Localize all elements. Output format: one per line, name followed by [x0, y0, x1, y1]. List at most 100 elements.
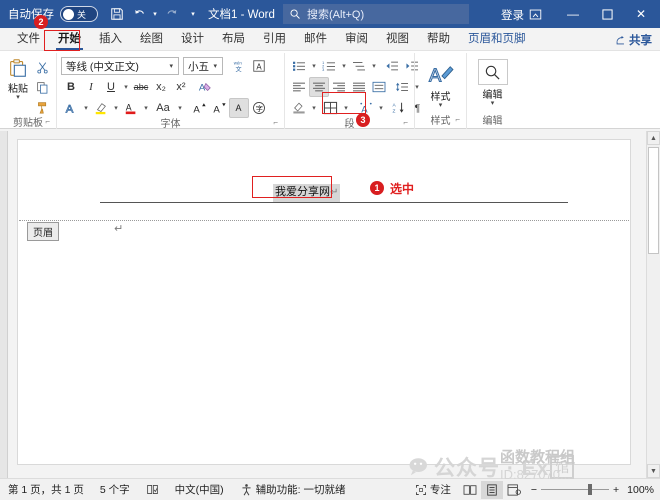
change-case-dropdown-icon[interactable]: ▾ [175, 104, 185, 112]
paragraph-dialog-launcher[interactable]: ⌐ [403, 116, 408, 130]
font-name-combobox[interactable]: 等线 (中文正文) ▾ [61, 57, 179, 75]
format-painter-icon[interactable] [32, 97, 52, 117]
numbering-icon[interactable]: 123 [319, 56, 339, 76]
editing-dropdown-icon[interactable]: ▾ [491, 101, 495, 107]
borders-icon[interactable] [319, 98, 341, 118]
align-left-icon[interactable] [289, 77, 309, 97]
enclose-character-icon[interactable]: A [249, 56, 269, 76]
ribbon-display-options-icon[interactable] [516, 0, 554, 28]
search-input[interactable]: 搜索(Alt+Q) [283, 4, 469, 24]
decrease-indent-icon[interactable] [382, 56, 402, 76]
text-highlight-dropdown-icon[interactable]: ▾ [111, 104, 121, 112]
tab-help[interactable]: 帮助 [418, 27, 459, 50]
undo-dropdown-icon[interactable]: ▾ [150, 10, 160, 18]
document-page[interactable]: 我爱分享网↵ 页眉 ↵ [17, 139, 631, 465]
paste-dropdown-icon[interactable]: ▾ [16, 95, 20, 101]
font-name-dropdown-icon[interactable]: ▾ [166, 62, 176, 70]
paste-button[interactable]: 粘贴 ▾ [4, 55, 32, 101]
scrollbar-thumb[interactable] [648, 147, 659, 254]
zoom-level[interactable]: 100% [627, 484, 654, 496]
text-highlight-icon[interactable] [91, 98, 111, 118]
tab-view[interactable]: 视图 [377, 27, 418, 50]
chevron-down-icon[interactable]: ▾ [188, 10, 198, 18]
text-effects-dropdown-icon[interactable]: ▾ [81, 104, 91, 112]
underline-dropdown-icon[interactable]: ▾ [121, 83, 131, 91]
numbering-dropdown-icon[interactable]: ▾ [339, 62, 349, 70]
bullets-icon[interactable] [289, 56, 309, 76]
tab-home[interactable]: 开始 [49, 27, 90, 50]
zoom-thumb[interactable] [588, 484, 592, 495]
language-indicator[interactable]: 中文(中国) [167, 482, 232, 497]
autosave-toggle[interactable]: 关 [60, 6, 98, 22]
accessibility-status[interactable]: 辅助功能: 一切就绪 [232, 482, 354, 497]
save-icon[interactable] [106, 3, 128, 25]
read-mode-icon[interactable] [459, 481, 481, 499]
editing-button[interactable]: 编辑 ▾ [472, 55, 514, 107]
share-button[interactable]: 共享 [615, 32, 652, 48]
zoom-in-button[interactable]: + [613, 484, 619, 496]
tab-layout[interactable]: 布局 [213, 27, 254, 50]
cut-icon[interactable] [32, 57, 52, 77]
minimize-button[interactable]: — [554, 0, 592, 28]
web-layout-icon[interactable]: i [503, 481, 525, 499]
tab-review[interactable]: 审阅 [336, 27, 377, 50]
undo-icon[interactable] [128, 3, 150, 25]
shading-icon[interactable] [289, 98, 309, 118]
tab-insert[interactable]: 插入 [90, 27, 131, 50]
phonetic-guide-icon[interactable]: wén文 [229, 56, 249, 76]
font-dialog-launcher[interactable]: ⌐ [273, 116, 278, 130]
page-info[interactable]: 第 1 页，共 1 页 [0, 482, 92, 497]
justify-icon[interactable] [349, 77, 369, 97]
maximize-button[interactable] [592, 0, 622, 28]
superscript-button[interactable]: x² [171, 77, 191, 97]
scroll-up-button[interactable]: ▲ [647, 131, 660, 145]
scroll-down-button[interactable]: ▼ [647, 464, 660, 478]
zoom-slider[interactable]: − + 100% [525, 484, 660, 496]
header-selected-text[interactable]: 我爱分享网↵ [273, 184, 340, 202]
bullets-dropdown-icon[interactable]: ▾ [309, 62, 319, 70]
shrink-font-icon[interactable]: A [209, 98, 229, 118]
close-button[interactable]: ✕ [622, 0, 660, 28]
styles-dropdown-icon[interactable]: ▾ [439, 103, 443, 109]
character-border-icon[interactable]: 字 [249, 98, 269, 118]
italic-button[interactable]: I [81, 77, 101, 97]
vertical-scrollbar[interactable]: ▲ ▼ [646, 131, 660, 478]
focus-mode-button[interactable]: 专注 [407, 482, 459, 497]
tab-references[interactable]: 引用 [254, 27, 295, 50]
zoom-track[interactable] [541, 489, 609, 490]
sort-icon[interactable]: AZ [389, 98, 409, 118]
zoom-out-button[interactable]: − [531, 484, 537, 496]
tab-file[interactable]: 文件 [8, 27, 49, 50]
distribute-icon[interactable] [369, 77, 389, 97]
styles-button[interactable]: A 样式 ▾ [420, 55, 462, 109]
bold-button[interactable]: B [61, 77, 81, 97]
styles-dialog-launcher[interactable]: ⌐ [455, 113, 460, 127]
borders-dropdown-icon[interactable]: ▾ [341, 104, 351, 112]
font-color-icon[interactable]: A [121, 98, 141, 118]
tab-draw[interactable]: 绘图 [131, 27, 172, 50]
tab-design[interactable]: 设计 [172, 27, 213, 50]
align-right-icon[interactable] [329, 77, 349, 97]
clear-formatting-icon[interactable]: A [195, 77, 215, 97]
strikethrough-button[interactable]: abc [131, 77, 151, 97]
print-layout-icon[interactable] [481, 481, 503, 499]
text-effects-icon[interactable]: A [61, 98, 81, 118]
asian-layout-dropdown-icon[interactable]: ▾ [376, 104, 386, 112]
copy-icon[interactable] [32, 77, 52, 97]
clipboard-dialog-launcher[interactable]: ⌐ [45, 115, 50, 129]
tab-mailings[interactable]: 邮件 [295, 27, 336, 50]
shading-dropdown-icon[interactable]: ▾ [309, 104, 319, 112]
line-spacing-icon[interactable] [392, 77, 412, 97]
underline-button[interactable]: U [101, 77, 121, 97]
multilevel-list-icon[interactable] [349, 56, 369, 76]
grow-font-icon[interactable]: A [189, 98, 209, 118]
multilevel-dropdown-icon[interactable]: ▾ [369, 62, 379, 70]
tab-header-footer[interactable]: 页眉和页脚 [459, 27, 535, 50]
proofing-icon[interactable] [138, 483, 167, 496]
subscript-button[interactable]: x₂ [151, 77, 171, 97]
change-case-button[interactable]: Aa [151, 98, 175, 118]
word-count[interactable]: 5 个字 [92, 482, 138, 497]
font-color-dropdown-icon[interactable]: ▾ [141, 104, 151, 112]
align-center-icon[interactable] [309, 77, 329, 97]
character-shading-button[interactable]: A [229, 98, 249, 118]
